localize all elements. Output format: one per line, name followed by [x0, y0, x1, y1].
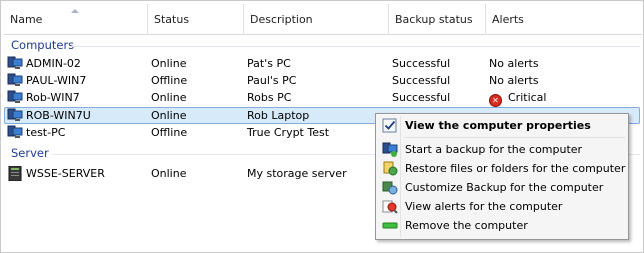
- group-title: Server: [11, 146, 49, 160]
- menu-item-label: Restore files or folders for the compute…: [405, 162, 626, 175]
- remove-computer-icon: [382, 222, 398, 229]
- group-title: Computers: [11, 38, 75, 52]
- desktop-computer-icon: [7, 108, 23, 121]
- menu-item-view-properties[interactable]: View the computer properties: [378, 116, 626, 135]
- menu-item-label: Start a backup for the computer: [405, 143, 583, 156]
- computer-name: Rob-WIN7: [26, 91, 80, 104]
- group-divider: [70, 46, 640, 47]
- computer-name: test-PC: [26, 126, 66, 139]
- menu-item-remove-computer[interactable]: Remove the computer: [378, 216, 626, 235]
- menu-item-customize-backup[interactable]: Customize Backup for the computer: [378, 178, 626, 197]
- table-row[interactable]: Rob-WIN7 Online Robs PC Successful ✕ Crit…: [4, 89, 640, 107]
- alerts-cell: ✕ Critical: [489, 89, 547, 107]
- context-menu: View the computer properties Start a bac…: [375, 113, 629, 240]
- group-header-computers[interactable]: Computers: [4, 37, 640, 53]
- menu-item-label: View alerts for the computer: [405, 200, 563, 213]
- desktop-computer-icon: [7, 125, 23, 138]
- computer-name: ADMIN-02: [26, 57, 81, 70]
- view-alerts-icon: [382, 200, 398, 214]
- menu-separator: [404, 137, 625, 138]
- computer-name: WSSE-SERVER: [26, 167, 105, 180]
- menu-item-label: Customize Backup for the computer: [405, 181, 604, 194]
- desktop-computer-icon: [7, 56, 23, 69]
- customize-backup-icon: [382, 181, 398, 195]
- alerts-value: No alerts: [489, 74, 539, 87]
- computer-description: Paul's PC: [247, 74, 297, 87]
- computer-status: Offline: [151, 74, 188, 87]
- column-header-name[interactable]: Name: [4, 4, 148, 35]
- start-backup-icon: [382, 142, 398, 157]
- column-header-status[interactable]: Status: [148, 4, 244, 35]
- table-row[interactable]: PAUL-WIN7 Offline Paul's PC Successful N…: [4, 72, 640, 89]
- desktop-computer-icon: [7, 73, 23, 86]
- menu-item-label: View the computer properties: [405, 119, 591, 132]
- computer-status: Online: [151, 167, 187, 180]
- computer-status: Online: [151, 109, 187, 122]
- backup-status: Successful: [392, 91, 451, 104]
- menu-item-start-backup[interactable]: Start a backup for the computer: [378, 140, 626, 159]
- menu-item-view-alerts[interactable]: View alerts for the computer: [378, 197, 626, 216]
- menu-item-restore-files[interactable]: Restore files or folders for the compute…: [378, 159, 626, 178]
- column-header-alerts[interactable]: Alerts: [486, 4, 642, 35]
- alerts-value: Critical: [508, 91, 547, 104]
- computer-status: Online: [151, 57, 187, 70]
- computer-name: PAUL-WIN7: [26, 74, 87, 87]
- properties-check-icon: [382, 118, 397, 133]
- computer-status: Online: [151, 91, 187, 104]
- sort-ascending-icon: [71, 9, 79, 13]
- critical-icon: ✕: [489, 94, 502, 107]
- computer-status: Offline: [151, 126, 188, 139]
- computers-list-window: Name Status Description Backup status Al…: [0, 0, 644, 253]
- column-header-backup-status[interactable]: Backup status: [389, 4, 486, 35]
- desktop-computer-icon: [7, 90, 23, 103]
- table-row[interactable]: ADMIN-02 Online Pat's PC Successful No a…: [4, 55, 640, 72]
- computer-description: My storage server: [247, 167, 347, 180]
- computer-description: Rob Laptop: [247, 109, 310, 122]
- restore-files-icon: [383, 161, 398, 176]
- computer-description: Pat's PC: [247, 57, 291, 70]
- server-icon: [8, 166, 22, 181]
- computer-description: True Crypt Test: [247, 126, 330, 139]
- backup-status: Successful: [392, 57, 451, 70]
- column-header: Name Status Description Backup status Al…: [4, 4, 642, 35]
- menu-item-label: Remove the computer: [405, 219, 528, 232]
- computer-description: Robs PC: [247, 91, 292, 104]
- column-header-description[interactable]: Description: [244, 4, 389, 35]
- alerts-value: No alerts: [489, 57, 539, 70]
- column-header-name-label: Name: [10, 13, 43, 26]
- computer-name: ROB-WIN7U: [26, 109, 91, 122]
- backup-status: Successful: [392, 74, 451, 87]
